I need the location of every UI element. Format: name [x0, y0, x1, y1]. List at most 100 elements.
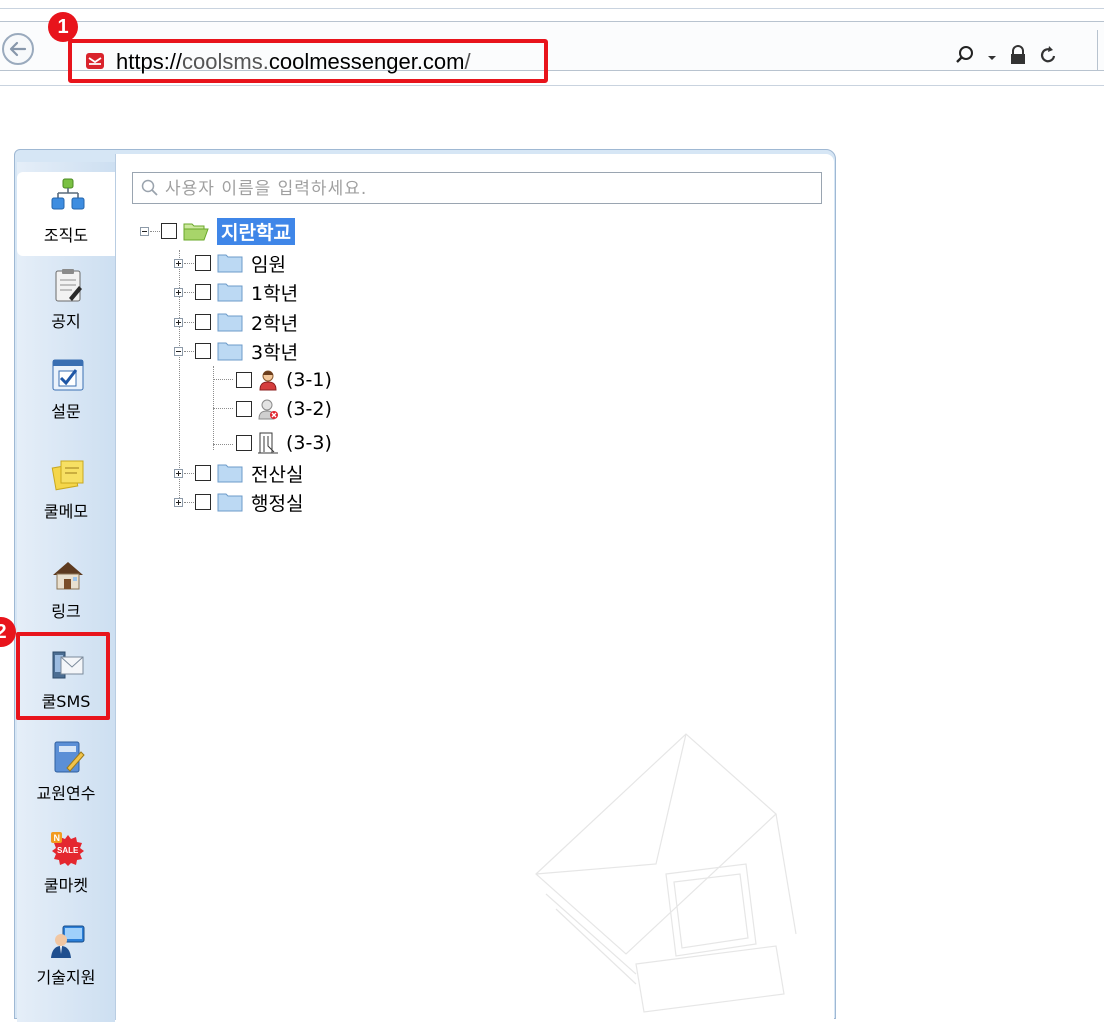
node-checkbox[interactable] — [236, 372, 252, 388]
tree-group-label: 행정실 — [251, 492, 304, 515]
dropdown-icon[interactable] — [987, 48, 997, 67]
node-checkbox[interactable] — [195, 255, 211, 271]
tree-connector — [184, 501, 194, 503]
url-scheme: https:// — [116, 49, 183, 74]
survey-check-icon — [52, 359, 84, 391]
org-chart-panel: 지란학교 임원 1학년 — [115, 154, 834, 1020]
messenger-window: 조직도 공지 설문 쿨메모 링크 쿨SMS 교원연수 N SALE 쿨마켓 기술… — [14, 149, 836, 1022]
org-chart-icon — [51, 178, 85, 210]
tree-group-node[interactable]: 전산실 — [174, 460, 303, 486]
node-checkbox[interactable] — [195, 465, 211, 481]
sidebar-item-label: 기술지원 — [36, 968, 96, 987]
sidebar-item-link[interactable]: 링크 — [17, 552, 115, 640]
tree-group-label: 2학년 — [251, 312, 299, 335]
tree-user-node[interactable]: (3-1) — [236, 367, 332, 393]
back-arrow-icon — [9, 41, 27, 57]
sidebar-item-label: 교원연수 — [36, 784, 96, 803]
sidebar-item-teacher-training[interactable]: 교원연수 — [17, 734, 115, 822]
annotation-badge-1: 1 — [48, 12, 78, 42]
tree-group-label: 임원 — [251, 253, 286, 276]
tree-user-label: (3-1) — [286, 369, 332, 391]
collapse-toggle[interactable] — [174, 346, 183, 356]
user-online-icon — [259, 370, 277, 391]
tree-group-label: 전산실 — [251, 463, 304, 486]
tree-group-node[interactable]: 3학년 — [174, 338, 298, 364]
tree-connector — [213, 444, 233, 445]
url-path: / — [464, 49, 471, 74]
folder-icon — [217, 493, 243, 512]
tree-group-node[interactable]: 1학년 — [174, 279, 298, 305]
tree-user-node[interactable]: (3-2) — [236, 396, 332, 422]
tree-user-node[interactable]: (3-3) — [236, 430, 332, 456]
sidebar-item-label: 쿨마켓 — [43, 876, 89, 895]
folder-icon — [217, 464, 243, 483]
node-checkbox[interactable] — [195, 284, 211, 300]
node-checkbox[interactable] — [236, 401, 252, 417]
expand-toggle[interactable] — [174, 497, 183, 507]
tree-group-label: 1학년 — [251, 282, 299, 305]
user-away-door-icon — [258, 432, 278, 454]
address-bar-actions — [955, 42, 1057, 72]
org-tree: 지란학교 임원 1학년 2학년 3학년 (3-1) (3-2) (3-3) 전산… — [116, 154, 834, 754]
sidebar-item-label: 링크 — [51, 602, 81, 621]
node-checkbox[interactable] — [195, 343, 211, 359]
lock-icon[interactable] — [1009, 45, 1027, 69]
back-button[interactable] — [2, 33, 34, 65]
search-icon[interactable] — [955, 45, 975, 69]
browser-address-bar: https://coolsms.coolmessenger.com/ — [0, 8, 1104, 86]
sidebar: 조직도 공지 설문 쿨메모 링크 쿨SMS 교원연수 N SALE 쿨마켓 기술… — [17, 162, 115, 1022]
tree-connector — [213, 408, 233, 409]
sidebar-item-coolmarket[interactable]: N SALE 쿨마켓 — [17, 826, 115, 914]
sidebar-item-coolmemo[interactable]: 쿨메모 — [17, 452, 115, 540]
open-folder-icon — [183, 223, 209, 241]
url-domain: coolmessenger.com — [268, 49, 465, 74]
tree-connector — [184, 472, 194, 474]
tree-group-node[interactable]: 행정실 — [174, 489, 303, 515]
folder-icon — [217, 283, 243, 302]
url-subdomain: coolsms. — [182, 49, 269, 74]
sidebar-item-tech-support[interactable]: 기술지원 — [17, 918, 115, 1006]
expand-toggle[interactable] — [174, 317, 183, 327]
address-bar-divider — [1097, 30, 1098, 70]
sidebar-item-org-chart[interactable]: 조직도 — [17, 172, 115, 256]
node-checkbox[interactable] — [195, 314, 211, 330]
tree-root-node[interactable]: 지란학교 — [140, 217, 295, 245]
url-text: https://coolsms.coolmessenger.com/ — [116, 48, 471, 76]
site-icon — [86, 53, 104, 69]
tree-user-label: (3-3) — [286, 432, 332, 454]
sidebar-item-survey[interactable]: 설문 — [17, 352, 115, 440]
support-computer-icon — [51, 925, 85, 958]
sidebar-item-label: 공지 — [51, 312, 81, 331]
tree-connector — [184, 262, 194, 264]
sidebar-item-notice[interactable]: 공지 — [17, 262, 115, 350]
coolsms-highlight-box — [16, 632, 110, 720]
envelope-computer-watermark — [535, 733, 797, 1013]
tree-connector — [150, 230, 160, 232]
expand-toggle[interactable] — [174, 258, 183, 268]
sidebar-item-label: 조직도 — [43, 226, 89, 245]
refresh-icon[interactable] — [1039, 45, 1057, 69]
tree-connector — [213, 379, 233, 380]
tree-group-label: 3학년 — [251, 341, 299, 364]
memo-icon — [51, 460, 84, 491]
sidebar-item-label: 쿨메모 — [43, 502, 89, 521]
expand-toggle[interactable] — [174, 287, 183, 297]
node-checkbox[interactable] — [161, 223, 177, 239]
collapse-toggle[interactable] — [140, 226, 149, 236]
tree-user-label: (3-2) — [286, 398, 332, 420]
svg-text:SALE: SALE — [57, 846, 79, 855]
tree-root-label: 지란학교 — [217, 217, 295, 245]
sidebar-item-label: 설문 — [51, 402, 81, 421]
expand-toggle[interactable] — [174, 468, 183, 478]
notebook-pen-icon — [54, 741, 85, 773]
node-checkbox[interactable] — [236, 435, 252, 451]
tree-connector — [184, 350, 194, 352]
tree-connector — [184, 291, 194, 293]
tree-group-node[interactable]: 2학년 — [174, 309, 298, 335]
clipboard-icon — [55, 269, 82, 302]
url-bar[interactable]: https://coolsms.coolmessenger.com/ — [68, 39, 548, 83]
tree-group-node[interactable]: 임원 — [174, 250, 286, 276]
node-checkbox[interactable] — [195, 494, 211, 510]
svg-text:N: N — [54, 833, 61, 843]
folder-icon — [217, 313, 243, 332]
